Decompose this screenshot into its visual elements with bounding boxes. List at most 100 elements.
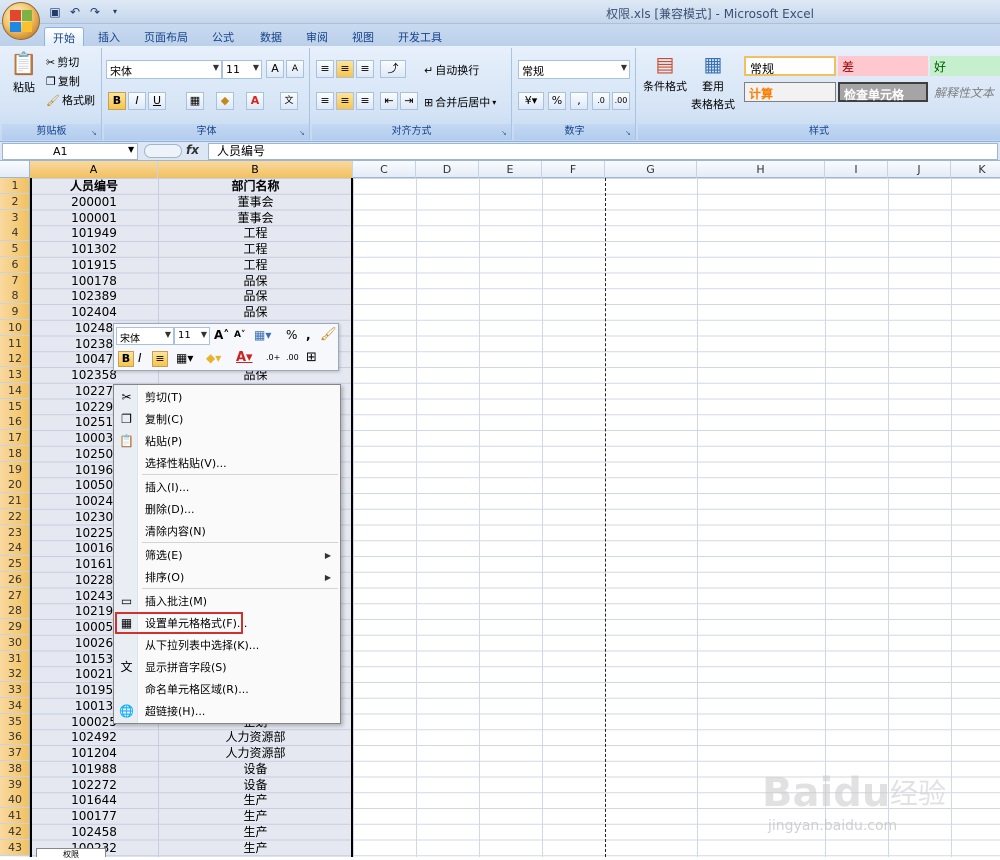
cell-b[interactable]: 人力资源部 (158, 729, 353, 745)
underline-button[interactable]: U (148, 92, 166, 110)
menu-item[interactable]: 从下拉列表中选择(K)... (115, 635, 339, 656)
menu-item[interactable]: 🌐 超链接(H)... (115, 701, 339, 722)
row-header[interactable]: 19 (0, 461, 29, 478)
cell-a[interactable]: 101949 (30, 225, 158, 241)
cell-a[interactable]: 101988 (30, 761, 158, 777)
cell-a[interactable]: 102458 (30, 824, 158, 840)
row-header[interactable]: 21 (0, 493, 29, 509)
style-explanatory[interactable]: 解释性文本 (930, 82, 1000, 102)
row-header[interactable]: 39 (0, 776, 29, 793)
row-header[interactable]: 1 (0, 178, 29, 194)
menu-item[interactable]: 命名单元格区域(R)... (115, 679, 339, 700)
cell-b[interactable]: 设备 (158, 777, 353, 793)
align-right-icon[interactable]: ≡ (356, 92, 374, 110)
cell-a[interactable]: 102404 (30, 304, 158, 320)
cell-a[interactable]: 100001 (30, 210, 158, 226)
shrink-font-icon[interactable]: A˅ (234, 330, 245, 340)
tab-review[interactable]: 审阅 (298, 27, 336, 46)
mini-size-combo[interactable]: 11 ▼ (174, 327, 210, 345)
cell-a[interactable]: 人员编号 (30, 178, 158, 194)
column-header[interactable]: K (951, 161, 1000, 178)
wrap-text-button[interactable]: ↵ 自动换行 (424, 62, 479, 78)
menu-item[interactable]: 清除内容(N) (115, 521, 339, 542)
row-header[interactable]: 5 (0, 241, 29, 257)
column-header[interactable]: B (158, 161, 353, 178)
cell-a[interactable]: 101204 (30, 745, 158, 761)
row-header[interactable]: 41 (0, 808, 29, 824)
increase-decimal-icon[interactable]: .0+ (266, 353, 280, 362)
currency-icon[interactable]: ▦▾ (254, 328, 271, 342)
comma-button[interactable]: , (570, 92, 588, 110)
menu-item[interactable]: 删除(D)... (115, 499, 339, 520)
row-header[interactable]: 40 (0, 792, 29, 809)
style-bad[interactable]: 差 (838, 56, 928, 76)
expand-formula-icon[interactable] (144, 144, 182, 158)
align-bottom-icon[interactable]: ≡ (356, 60, 374, 78)
row-header[interactable]: 36 (0, 729, 29, 746)
fill-color-icon[interactable]: ◆ (216, 92, 234, 110)
font-name-combo[interactable]: 宋体 ▼ (106, 60, 222, 79)
cell-b[interactable]: 工程 (158, 225, 353, 241)
column-header[interactable]: A (30, 161, 158, 178)
grow-font-icon[interactable]: A˄ (214, 328, 229, 342)
row-header[interactable]: 28 (0, 603, 29, 620)
cell-a[interactable]: 101644 (30, 792, 158, 808)
formula-input[interactable]: 人员编号 (208, 143, 998, 160)
align-middle-icon[interactable]: ≡ (336, 60, 354, 78)
row-header[interactable]: 11 (0, 335, 29, 352)
conditional-format-button[interactable]: ▤ 条件格式 (642, 52, 688, 94)
menu-item[interactable]: 文显示拼音字段(S) (115, 657, 339, 678)
percent-button[interactable]: % (548, 92, 566, 110)
tab-page-layout[interactable]: 页面布局 (136, 27, 196, 46)
row-header[interactable]: 14 (0, 382, 29, 399)
column-header[interactable]: F (542, 161, 605, 178)
row-header[interactable]: 22 (0, 508, 29, 525)
tab-formulas[interactable]: 公式 (204, 27, 242, 46)
merge-icon[interactable]: ⊞ (306, 350, 317, 365)
borders-icon[interactable]: ▦ (186, 92, 204, 110)
decrease-decimal-icon[interactable]: .00 (286, 353, 299, 362)
increase-decimal-icon[interactable]: .0 (592, 92, 610, 110)
row-header[interactable]: 6 (0, 256, 29, 273)
grow-font-button[interactable]: A (266, 60, 284, 78)
shrink-font-button[interactable]: A (286, 60, 304, 78)
column-header[interactable]: C (353, 161, 416, 178)
cell-b[interactable]: 部门名称 (158, 178, 353, 194)
cell-a[interactable]: 100177 (30, 808, 158, 824)
cell-b[interactable]: 工程 (158, 241, 353, 257)
format-painter-icon[interactable]: 🖌 (320, 327, 337, 342)
row-header[interactable]: 43 (0, 839, 29, 856)
row-header[interactable]: 35 (0, 713, 29, 730)
sheet-tab[interactable]: 权限 (36, 848, 106, 859)
decrease-indent-icon[interactable]: ⇤ (380, 92, 398, 110)
comma-button[interactable]: , (306, 328, 311, 342)
dialog-launcher-icon[interactable]: ↘ (91, 129, 99, 137)
mini-font-combo[interactable]: 宋体 ▼ (116, 327, 174, 345)
cell-a[interactable]: 100178 (30, 273, 158, 289)
column-header[interactable]: E (479, 161, 542, 178)
column-header[interactable]: G (605, 161, 697, 178)
format-painter-button[interactable]: 🖌 格式刷 (46, 92, 95, 108)
cell-b[interactable]: 品保 (158, 288, 353, 304)
row-header[interactable]: 27 (0, 587, 29, 604)
font-color-icon[interactable]: A▾ (236, 350, 253, 365)
tab-view[interactable]: 视图 (344, 27, 382, 46)
cell-a[interactable]: 200001 (30, 194, 158, 210)
row-header[interactable]: 30 (0, 634, 29, 651)
menu-item[interactable]: 插入(I)... (115, 477, 339, 498)
cell-b[interactable]: 品保 (158, 304, 353, 320)
bold-icon[interactable]: B (118, 351, 134, 367)
number-format-combo[interactable]: 常规 ▼ (518, 60, 630, 79)
tab-home[interactable]: 开始 (44, 27, 84, 46)
row-header[interactable]: 4 (0, 225, 29, 242)
percent-button[interactable]: % (286, 328, 297, 342)
style-calculation[interactable]: 计算 (744, 82, 836, 102)
row-header[interactable]: 2 (0, 193, 29, 210)
row-header[interactable]: 18 (0, 445, 29, 462)
row-header[interactable]: 37 (0, 745, 29, 761)
row-header[interactable]: 26 (0, 571, 29, 588)
cell-b[interactable]: 工程 (158, 257, 353, 273)
column-header[interactable]: I (825, 161, 888, 178)
tab-data[interactable]: 数据 (252, 27, 290, 46)
cell-a[interactable]: 102272 (30, 777, 158, 793)
